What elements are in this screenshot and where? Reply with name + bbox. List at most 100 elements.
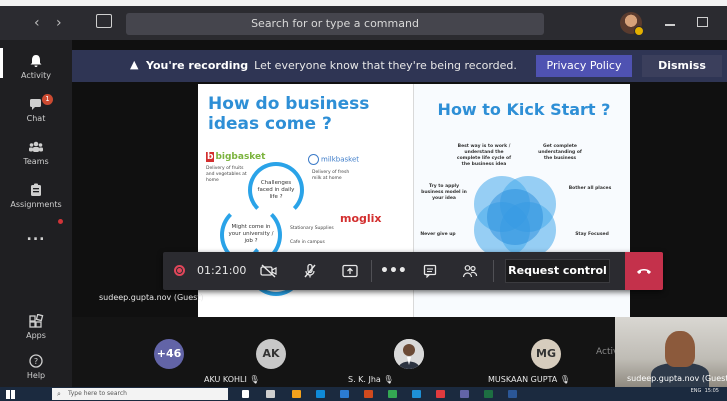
request-control-button[interactable]: Request control [505,259,610,283]
windows-taskbar: Type here to search ENG 15:05 [0,387,727,401]
moglix-note-2: Cafe in campus [290,240,325,245]
office-icon[interactable] [364,390,373,398]
venn-circle-center [487,189,543,245]
forward-button[interactable]: › [56,15,62,31]
rail-item-label: Assignments [10,200,62,209]
apps-icon [29,314,44,328]
file-explorer-icon[interactable] [292,390,301,398]
slide-title-right: How to Kick Start ? [437,100,611,119]
rail-item-activity[interactable]: Activity [0,54,72,80]
cortana-icon[interactable] [242,390,249,398]
rail-item-more[interactable]: ... [0,228,72,244]
venn-label-top-right: Get complete understanding of the busine… [538,144,582,161]
mic-muted-icon: 🎙︎ [383,375,394,384]
teams-icon [29,141,43,152]
presenter-name-tag: sudeep.gupta.nov (Guest) [99,293,204,302]
self-video-tile[interactable]: sudeep.gupta.nov (Guest) [615,317,727,387]
camera-off-icon [260,264,277,278]
slide-title-left: How do business ideas come ? [208,94,370,134]
maximize-button[interactable] [697,17,708,27]
person-photo-icon [394,339,424,369]
rail-item-label: Teams [23,157,49,166]
bubble-text-1: Challenges faced in daily life ? [257,180,295,200]
participant-avatar-skjha[interactable] [394,339,424,369]
store-icon[interactable] [412,390,421,398]
privacy-policy-button[interactable]: Privacy Policy [536,55,632,77]
bigbasket-logo: b bigbasket [206,152,266,162]
user-avatar[interactable] [620,12,644,36]
system-tray[interactable]: ENG 15:05 [691,388,719,394]
windows-start-icon[interactable] [6,390,15,399]
powerpoint-icon[interactable] [436,390,445,398]
teams-taskbar-icon[interactable] [460,390,469,398]
more-actions-button[interactable]: ••• [380,261,407,281]
phone-hangup-icon [637,269,651,274]
dismiss-button[interactable]: Dismiss [642,55,722,77]
help-icon: ? [29,354,43,368]
rail-item-label: Activity [21,71,51,80]
participants-button[interactable] [459,261,481,281]
camera-off-button[interactable] [258,261,280,281]
more-actions-icon: ••• [380,263,407,279]
participant-name-text: AKU KOHLI [204,375,247,384]
self-video-name: sudeep.gupta.nov (Guest) [627,374,727,383]
mic-muted-icon: 🎙︎ [249,375,260,384]
svg-text:?: ? [34,357,38,366]
venn-label-bottom-left: Never give up [420,232,456,237]
milkbasket-logo: milkbasket [308,154,359,165]
participant-name: AKU KOHLI 🎙︎ [204,375,260,384]
mic-off-icon [304,263,316,278]
minimize-button[interactable] [665,24,675,26]
banner-message: Let everyone know that they're being rec… [254,59,517,72]
back-button[interactable]: ‹ [34,15,40,31]
recording-banner: ▲ You're recording Let everyone know that… [72,50,727,82]
meeting-timer: 01:21:00 [197,264,247,277]
rail-item-assignments[interactable]: Assignments [0,183,72,209]
rail-item-label: Apps [26,331,46,340]
title-bar: ‹ › Search for or type a command [0,0,727,40]
banner-title: You're recording [146,59,249,72]
app-rail: Activity 1 Chat Teams Assignments ... Ap… [0,40,72,387]
warning-icon: ▲ [130,58,139,71]
participant-name-text: MUSKAAN GUPTA [488,375,558,384]
notification-dot [58,219,63,224]
rail-item-label: Help [26,371,46,380]
share-screen-button[interactable] [339,261,361,281]
chat-panel-button[interactable] [419,261,441,281]
chrome-icon[interactable] [388,390,397,398]
participant-name: MUSKAAN GUPTA 🎙︎ [488,375,570,384]
self-video-face [665,331,695,367]
rail-item-teams[interactable]: Teams [0,140,72,166]
search-input[interactable]: Search for or type a command [126,13,544,35]
edge-icon[interactable] [316,390,325,398]
venn-label-mid-left: Try to apply business model in your idea [421,184,467,201]
excel-icon[interactable] [484,390,493,398]
mic-off-button[interactable] [299,261,321,281]
outlook-icon[interactable] [508,390,517,398]
rail-item-help[interactable]: ? Help [0,354,72,380]
milkbasket-note: Delivery of fresh milk at home [312,170,350,181]
participant-avatar-mg[interactable]: MG [531,339,561,369]
word-icon[interactable] [340,390,349,398]
taskbar-search-input[interactable]: Type here to search [52,388,228,400]
banner-text: You're recording Let everyone know that t… [146,59,517,72]
rail-item-chat[interactable]: 1 Chat [0,94,72,123]
meeting-controls: 01:21:00 ••• Request control [163,252,663,290]
participant-name-text: S. K. Jha [348,375,381,384]
control-divider [371,260,372,282]
more-participants-button[interactable]: +46 [154,339,184,369]
hang-up-button[interactable] [625,252,663,290]
moglix-logo: moglix [340,212,382,225]
tray-clock: 15:05 [704,388,719,394]
moglix-note-1: Stationary Supplies [290,226,334,231]
share-tray-icon [342,264,358,278]
participant-avatar-ak[interactable]: AK [256,339,286,369]
compose-icon[interactable] [96,14,112,28]
participant-name: S. K. Jha 🎙︎ [348,375,394,384]
chat-badge: 1 [42,94,53,105]
recording-icon [174,265,185,276]
tray-language: ENG [690,388,702,394]
rail-item-apps[interactable]: Apps [0,314,72,340]
task-view-icon[interactable] [266,390,275,398]
mic-muted-icon: 🎙︎ [559,375,570,384]
